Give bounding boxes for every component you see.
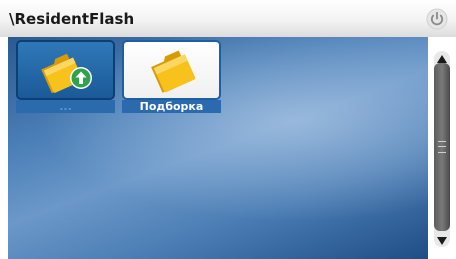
folder-icon xyxy=(151,50,196,93)
folder-tile-podborka[interactable]: Подборка xyxy=(122,40,221,114)
window-title: \ResidentFlash xyxy=(9,10,135,28)
scroll-down-arrow-icon[interactable] xyxy=(437,237,447,245)
file-area: ... Подборка xyxy=(8,37,428,259)
power-icon[interactable] xyxy=(426,8,448,30)
folder-label: Подборка xyxy=(122,100,221,113)
grip-icon xyxy=(438,141,446,153)
scroll-up-arrow-icon[interactable] xyxy=(437,55,447,63)
folder-up-icon xyxy=(41,53,92,94)
vertical-scrollbar[interactable] xyxy=(428,37,456,259)
tile-frame-selected xyxy=(122,40,221,100)
file-browser-screen: \ResidentFlash ... Подборка xyxy=(0,0,456,259)
parent-folder-label: ... xyxy=(16,100,115,113)
parent-folder-tile[interactable]: ... xyxy=(16,40,115,114)
tile-frame xyxy=(16,40,115,100)
title-bar: \ResidentFlash xyxy=(0,0,456,37)
scroll-thumb[interactable] xyxy=(434,63,450,231)
